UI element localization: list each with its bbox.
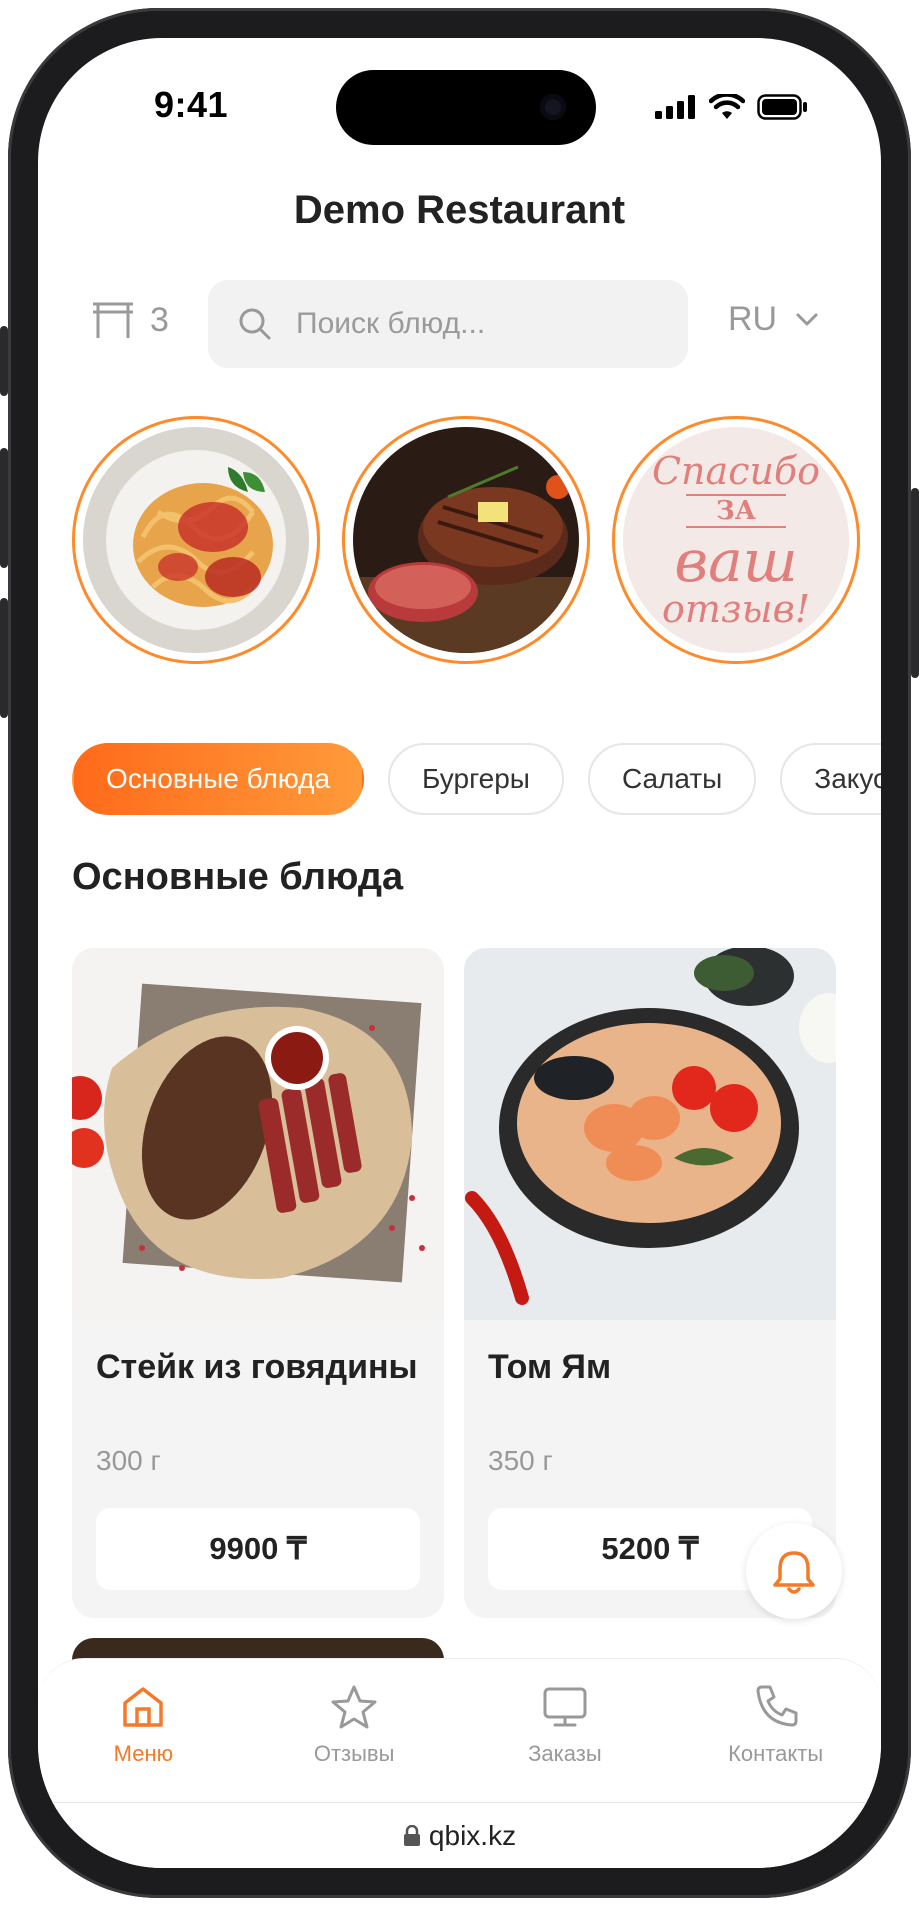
category-snacks[interactable]: Закуски [780,743,881,815]
browser-url-bar[interactable]: qbix.kz [38,1802,881,1868]
search-bar[interactable] [208,280,688,368]
monitor-icon [543,1687,587,1727]
tab-menu[interactable]: Меню [38,1659,249,1799]
table-number: 3 [150,300,169,339]
signal-icon [655,95,695,119]
phone-icon [756,1685,798,1727]
status-time: 9:41 [154,84,229,125]
feedback-line-2: ЗА [686,494,786,528]
volume-down-button [0,598,8,718]
tab-label: Меню [113,1741,174,1766]
section-title: Основные блюда [72,856,404,898]
battery-icon [757,94,807,120]
story-spaghetti[interactable] [72,416,320,664]
story-steak[interactable] [342,416,590,664]
stories-row: Спасибо ЗА ваш отзыв! [72,416,860,664]
dish-name: Том Ям [488,1348,612,1386]
dish-card[interactable]: Стейк из говядины 300 г 9900 ₸ [72,948,444,1618]
chevron-down-icon [796,313,818,325]
tab-label: Заказы [528,1741,602,1766]
language-label: RU [728,300,778,338]
category-burgers[interactable]: Бургеры [388,743,564,815]
spaghetti-image [83,427,309,653]
call-waiter-button[interactable] [746,1523,842,1619]
feedback-line-4: отзыв! [662,587,810,631]
lock-icon [403,1825,420,1846]
wifi-icon [709,94,745,119]
price-button[interactable]: 9900 ₸ [96,1508,420,1590]
page-title: Demo Restaurant [293,188,626,232]
feedback-image: Спасибо ЗА ваш отзыв! [623,427,849,653]
category-main[interactable]: Основные блюда [72,743,365,815]
story-feedback[interactable]: Спасибо ЗА ваш отзыв! [612,416,860,664]
dish-weight: 350 г [488,1445,553,1476]
power-button [911,488,919,678]
steak-dish-image [72,948,444,1320]
status-icons [655,94,809,120]
feedback-line-1: Спасибо [651,449,821,493]
dish-card[interactable]: Том Ям 350 г 5200 ₸ [464,948,836,1618]
tab-reviews[interactable]: Отзывы [249,1659,460,1799]
silent-switch [0,326,8,396]
phone-frame: 9:41 Demo Restaurant 3 Поиск блюд... RU … [0,8,919,1898]
feedback-line-3: ваш [674,527,798,595]
category-tabs: Основные блюда Бургеры Салаты Закуски [72,743,881,815]
camera-icon [540,94,566,120]
screen: 9:41 Demo Restaurant 3 Поиск блюд... RU … [38,38,881,1868]
bell-icon [773,1551,815,1594]
volume-up-button [0,448,8,568]
tomyam-dish-image [464,948,836,1320]
table-indicator[interactable]: 3 [90,300,169,340]
language-selector[interactable]: RU [728,300,819,339]
bottom-tab-bar: Меню Отзывы Заказы Контакты [38,1658,881,1799]
search-input[interactable] [294,306,678,342]
tab-contacts[interactable]: Контакты [670,1659,881,1799]
tab-label: Отзывы [313,1741,395,1766]
search-icon [239,308,271,340]
steak-image [353,427,579,653]
tab-orders[interactable]: Заказы [460,1659,671,1799]
star-icon [331,1685,377,1729]
table-icon [93,302,133,338]
home-icon [123,1687,164,1727]
tab-label: Контакты [728,1741,824,1766]
category-salads[interactable]: Салаты [587,743,757,815]
dynamic-island [336,70,596,145]
dish-name: Стейк из говядины [96,1348,418,1386]
dish-weight: 300 г [96,1445,161,1476]
url-text: qbix.kz [428,1820,517,1851]
